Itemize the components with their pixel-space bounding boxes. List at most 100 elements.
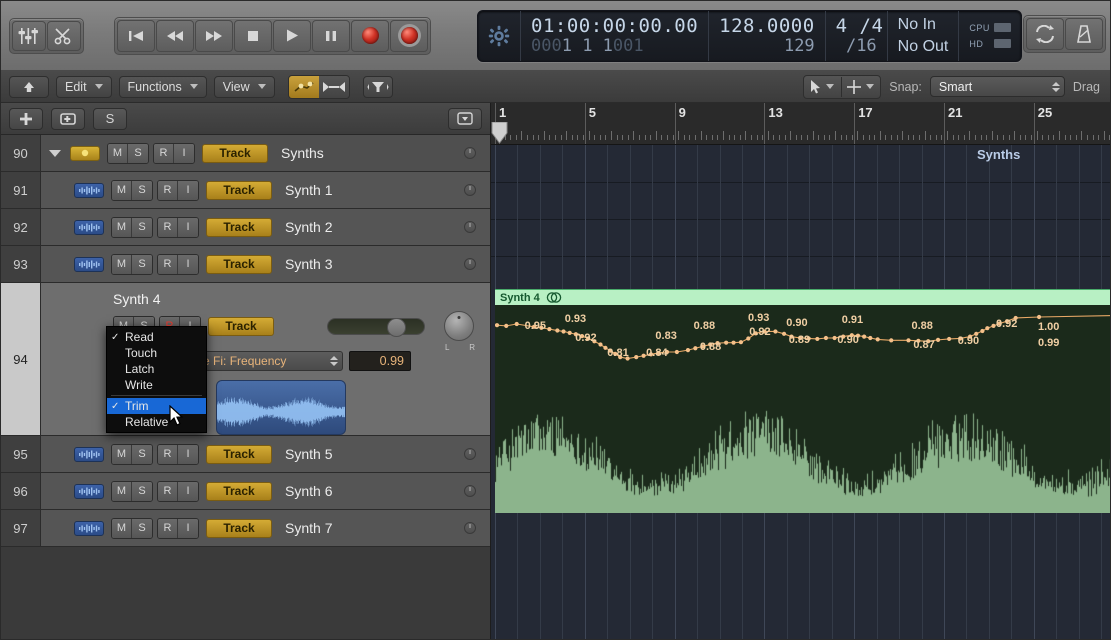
menu-item-relative[interactable]: Relative bbox=[107, 414, 206, 430]
pause-button[interactable] bbox=[312, 19, 350, 52]
rewind-button[interactable] bbox=[156, 19, 194, 52]
menu-item-write[interactable]: Write bbox=[107, 377, 206, 393]
track-r-button[interactable]: R bbox=[158, 217, 178, 237]
track-r-button[interactable]: R bbox=[158, 481, 178, 501]
record-toggle-button[interactable] bbox=[390, 19, 428, 52]
play-button[interactable] bbox=[273, 19, 311, 52]
audio-wave-icon[interactable] bbox=[74, 256, 104, 272]
audio-wave-icon[interactable] bbox=[74, 483, 104, 499]
scissors-icon[interactable] bbox=[47, 20, 81, 51]
arrange-canvas[interactable]: Synths Synth 4 0.95 0.93 0.92 0.81 0.84 0.83 0… bbox=[491, 145, 1110, 639]
track-volume-knob[interactable] bbox=[464, 184, 476, 196]
track-name[interactable]: Synth 1 bbox=[285, 182, 332, 198]
audio-wave-icon[interactable] bbox=[74, 182, 104, 198]
track-name[interactable]: Synth 7 bbox=[285, 520, 332, 536]
automation-button[interactable] bbox=[288, 75, 319, 98]
playhead-marker[interactable] bbox=[491, 121, 508, 144]
track-s-button[interactable]: S bbox=[128, 143, 148, 163]
automation-parameter-value[interactable]: 0.99 bbox=[349, 351, 411, 371]
pointer-tool-button[interactable] bbox=[805, 77, 839, 97]
track-m-button[interactable]: M bbox=[112, 180, 132, 200]
track-volume-knob[interactable] bbox=[464, 221, 476, 233]
audio-region-synth4[interactable]: Synth 4 0.95 0.93 0.92 0.81 0.84 0.83 0.88 0.88… bbox=[495, 289, 1110, 513]
track-row[interactable]: 92 M S R I Track Synth 2 bbox=[1, 209, 490, 246]
menu-functions[interactable]: Functions bbox=[118, 75, 207, 98]
track-s-button[interactable]: S bbox=[132, 481, 152, 501]
stop-button[interactable] bbox=[234, 19, 272, 52]
menu-item-touch[interactable]: Touch bbox=[107, 345, 206, 361]
audio-wave-icon[interactable] bbox=[74, 520, 104, 536]
record-button[interactable] bbox=[351, 19, 389, 52]
audio-wave-icon[interactable] bbox=[74, 446, 104, 462]
track-r-button[interactable]: R bbox=[154, 143, 174, 163]
volume-slider-thumb[interactable] bbox=[387, 317, 406, 337]
mixer-icon[interactable] bbox=[12, 20, 46, 51]
track-name[interactable]: Synth 3 bbox=[285, 256, 332, 272]
fast-forward-button[interactable] bbox=[195, 19, 233, 52]
track-assignment-button[interactable]: Track bbox=[206, 444, 272, 464]
solo-button[interactable]: S bbox=[93, 107, 127, 130]
track-header[interactable]: M S R I Track Synth 5 bbox=[41, 436, 490, 472]
track-i-button[interactable]: I bbox=[178, 518, 198, 538]
track-row[interactable]: 96 M S R I Track Synth 6 bbox=[1, 473, 490, 510]
track-m-button[interactable]: M bbox=[112, 217, 132, 237]
track-name[interactable]: Synth 5 bbox=[285, 446, 332, 462]
track-s-button[interactable]: S bbox=[132, 180, 152, 200]
track-row-selected[interactable]: 94Synth 4MSRITrackLR3 Creative Fi: Frequ… bbox=[1, 283, 490, 436]
track-i-button[interactable]: I bbox=[178, 254, 198, 274]
track-name[interactable]: Synth 4 bbox=[113, 291, 160, 307]
track-name[interactable]: Synth 2 bbox=[285, 219, 332, 235]
menu-item-latch[interactable]: Latch bbox=[107, 361, 206, 377]
metronome-button[interactable] bbox=[1065, 18, 1103, 50]
track-assignment-button[interactable]: Track bbox=[206, 481, 272, 501]
lcd-signature-group[interactable]: 4 /4 /16 bbox=[826, 10, 888, 61]
hide-toolbar-button[interactable] bbox=[9, 75, 49, 98]
track-header[interactable]: M S R I Track Synths bbox=[41, 135, 490, 171]
volume-slider[interactable] bbox=[327, 317, 425, 337]
track-m-button[interactable]: M bbox=[112, 444, 132, 464]
track-assignment-button[interactable]: Track bbox=[206, 518, 272, 538]
track-m-button[interactable]: M bbox=[112, 254, 132, 274]
track-assignment-button[interactable]: Track bbox=[206, 180, 272, 200]
track-volume-knob[interactable] bbox=[464, 147, 476, 159]
snap-select[interactable]: Smart bbox=[929, 76, 1065, 97]
track-volume-knob[interactable] bbox=[464, 448, 476, 460]
track-i-button[interactable]: I bbox=[174, 143, 194, 163]
track-row[interactable]: 93 M S R I Track Synth 3 bbox=[1, 246, 490, 283]
track-s-button[interactable]: S bbox=[132, 254, 152, 274]
track-assignment-button[interactable]: Track bbox=[202, 143, 268, 163]
add-track-button[interactable] bbox=[9, 107, 43, 130]
track-header[interactable]: M S R I Track Synth 1 bbox=[41, 172, 490, 208]
track-volume-knob[interactable] bbox=[464, 258, 476, 270]
track-header[interactable]: M S R I Track Synth 2 bbox=[41, 209, 490, 245]
lcd-display[interactable]: 01:00:00:00.00 0001 1 1001 128.0000 129 … bbox=[477, 9, 1022, 62]
filter-button[interactable] bbox=[362, 75, 393, 98]
go-to-beginning-button[interactable] bbox=[117, 19, 155, 52]
track-i-button[interactable]: I bbox=[178, 444, 198, 464]
lcd-midi-group[interactable]: No In No Out bbox=[888, 10, 960, 61]
track-s-button[interactable]: S bbox=[132, 217, 152, 237]
track-r-button[interactable]: R bbox=[158, 518, 178, 538]
flex-button[interactable] bbox=[318, 75, 349, 98]
track-volume-knob[interactable] bbox=[464, 485, 476, 497]
track-row[interactable]: 97 M S R I Track Synth 7 bbox=[1, 510, 490, 547]
disclosure-triangle-icon[interactable] bbox=[49, 149, 61, 157]
pan-knob[interactable]: LR bbox=[444, 311, 475, 352]
track-volume-knob[interactable] bbox=[464, 522, 476, 534]
bar-ruler[interactable]: 1591317212529 bbox=[491, 103, 1110, 145]
track-i-button[interactable]: I bbox=[178, 217, 198, 237]
track-s-button[interactable]: S bbox=[132, 518, 152, 538]
track-row[interactable]: 90 M S R I Track Synths bbox=[1, 135, 490, 172]
track-r-button[interactable]: R bbox=[158, 254, 178, 274]
track-m-button[interactable]: M bbox=[112, 518, 132, 538]
track-row[interactable]: 91 M S R I Track Synth 1 bbox=[1, 172, 490, 209]
menu-view[interactable]: View bbox=[213, 75, 275, 98]
track-view-button[interactable] bbox=[448, 107, 482, 130]
lcd-position-group[interactable]: 01:00:00:00.00 0001 1 1001 bbox=[521, 10, 710, 61]
track-header[interactable]: M S R I Track Synth 7 bbox=[41, 510, 490, 546]
track-i-button[interactable]: I bbox=[178, 481, 198, 501]
duplicate-track-button[interactable] bbox=[51, 107, 85, 130]
cycle-button[interactable] bbox=[1026, 18, 1064, 50]
track-r-button[interactable]: R bbox=[158, 180, 178, 200]
track-m-button[interactable]: M bbox=[108, 143, 128, 163]
